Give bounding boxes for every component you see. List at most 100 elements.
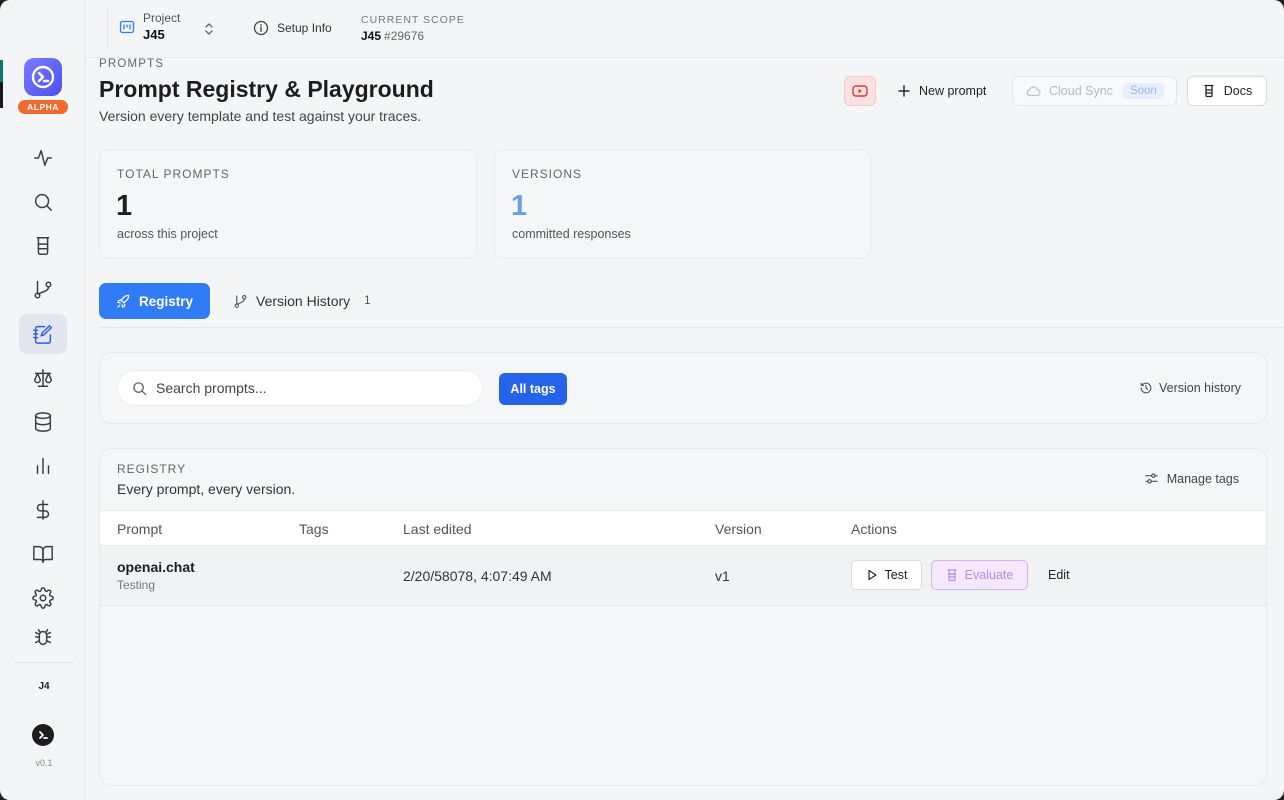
stat-note: across this project [117,227,218,241]
column-header-last-edited[interactable]: Last edited [403,521,472,537]
registry-card: REGISTRY Every prompt, every version. Ma… [99,448,1267,786]
project-icon [119,20,135,33]
sidebar-item-costs[interactable] [19,490,67,530]
beaker-icon [36,237,50,255]
stat-label: TOTAL PROMPTS [117,167,230,181]
search-field[interactable] [117,370,483,406]
evaluate-button[interactable]: Evaluate [931,560,1028,590]
rocket-icon [117,294,130,308]
git-branch-icon [34,281,52,299]
prompt-name: openai.chat [117,559,195,575]
project-selector[interactable]: Project J45 [119,11,180,42]
page-eyebrow: PROMPTS [99,58,165,70]
sidebar-item-settings[interactable] [19,578,67,618]
git-branch-icon [234,294,247,308]
setup-info-label: Setup Info [277,21,332,35]
beaker-icon [947,568,957,581]
stat-value: 1 [511,190,528,222]
sidebar-item-datasets[interactable] [19,402,67,442]
all-tags-button[interactable]: All tags [499,373,567,405]
new-prompt-label: New prompt [919,84,987,98]
column-header-actions: Actions [851,521,897,537]
chevron-updown-icon[interactable] [203,22,215,36]
app-window: ALPHA J4 v0.1 Project J45 Setup Info CUR… [0,0,1284,800]
last-edited-cell: 2/20/58078, 4:07:49 AM [403,568,552,584]
sliders-icon [1144,473,1158,484]
top-bar: Project J45 Setup Info CURRENT SCOPE J45… [85,0,1284,58]
stat-note: committed responses [512,227,631,241]
column-header-tags[interactable]: Tags [299,521,329,537]
table-row[interactable]: openai.chat Testing 2/20/58078, 4:07:49 … [100,546,1266,606]
registry-subtitle: Every prompt, every version. [117,481,296,497]
search-icon [133,381,147,395]
tab-registry[interactable]: Registry [99,283,210,319]
version-cell: v1 [715,568,730,584]
info-icon [253,20,269,36]
app-logo[interactable] [24,58,62,96]
sidebar-item-prompts[interactable] [19,314,67,354]
setup-info-button[interactable]: Setup Info [253,20,332,36]
version-history-label: Version history [1159,381,1241,395]
scope-project: J45 [361,29,382,43]
tab-registry-label: Registry [138,293,194,309]
tabs-divider [99,327,1284,328]
plus-icon [898,85,910,97]
stat-card-versions: VERSIONS 1 committed responses [494,149,871,259]
topbar-divider [107,8,108,50]
dollar-icon [36,500,50,520]
version-history-button[interactable]: Version history [1131,373,1249,403]
stat-label: VERSIONS [512,167,583,181]
prompt-description: Testing [117,578,156,592]
new-prompt-button[interactable]: New prompt [885,76,998,106]
alpha-badge: ALPHA [18,100,68,114]
sidebar: ALPHA J4 v0.1 [3,0,85,800]
database-icon [34,412,52,432]
cloud-sync-label: Cloud Sync [1049,84,1113,98]
tab-history-label: Version History [256,293,351,309]
soon-badge: Soon [1122,83,1164,99]
manage-tags-button[interactable]: Manage tags [1144,471,1239,486]
sidebar-item-branches[interactable] [19,270,67,310]
cloud-icon [1026,86,1041,97]
main-content: PROMPTS Prompt Registry & Playground Ver… [85,58,1284,800]
sidebar-item-experiments[interactable] [19,226,67,266]
project-label: Project [143,11,181,25]
sidebar-item-docs[interactable] [19,534,67,574]
bar-chart-icon [36,457,50,475]
book-open-icon [33,545,53,563]
column-header-prompt[interactable]: Prompt [117,521,162,537]
sidebar-item-activity[interactable] [19,138,67,178]
youtube-icon [852,85,868,97]
test-label: Test [884,568,908,582]
scope-label: CURRENT SCOPE [361,14,465,26]
search-toolbar: All tags Version history [99,352,1267,424]
evaluate-label: Evaluate [964,568,1014,582]
notebook-pen-icon [33,325,52,344]
project-value: J45 [143,27,165,42]
registry-eyebrow: REGISTRY [117,462,187,476]
terminal-icon[interactable] [32,724,54,746]
scope-value: J45 #29676 [361,29,465,43]
stat-card-total-prompts: TOTAL PROMPTS 1 across this project [99,149,478,259]
sidebar-item-analytics[interactable] [19,446,67,486]
tab-history-count: 1 [364,295,371,307]
test-button[interactable]: Test [851,560,922,590]
column-header-version[interactable]: Version [715,521,762,537]
tab-version-history[interactable]: Version History 1 [233,283,371,319]
sidebar-divider [15,662,73,663]
table-header: Prompt Tags Last edited Version Actions [100,510,1266,546]
sidebar-item-debug[interactable] [19,617,67,657]
terminal-logo-icon [31,65,55,89]
edit-button[interactable]: Edit [1040,560,1078,590]
docs-button[interactable]: Docs [1187,76,1267,106]
page-subtitle: Version every template and test against … [99,108,422,124]
cloud-sync-button[interactable]: Cloud Sync Soon [1012,76,1177,106]
workspace-label[interactable]: J4 [3,681,85,692]
sidebar-item-evals[interactable] [19,358,67,398]
search-input[interactable] [156,380,456,396]
youtube-button[interactable] [844,76,876,106]
scope-id: #29676 [384,29,425,43]
current-scope: CURRENT SCOPE J45 #29676 [361,14,465,43]
sidebar-item-search[interactable] [19,182,67,222]
history-icon [1140,382,1152,394]
